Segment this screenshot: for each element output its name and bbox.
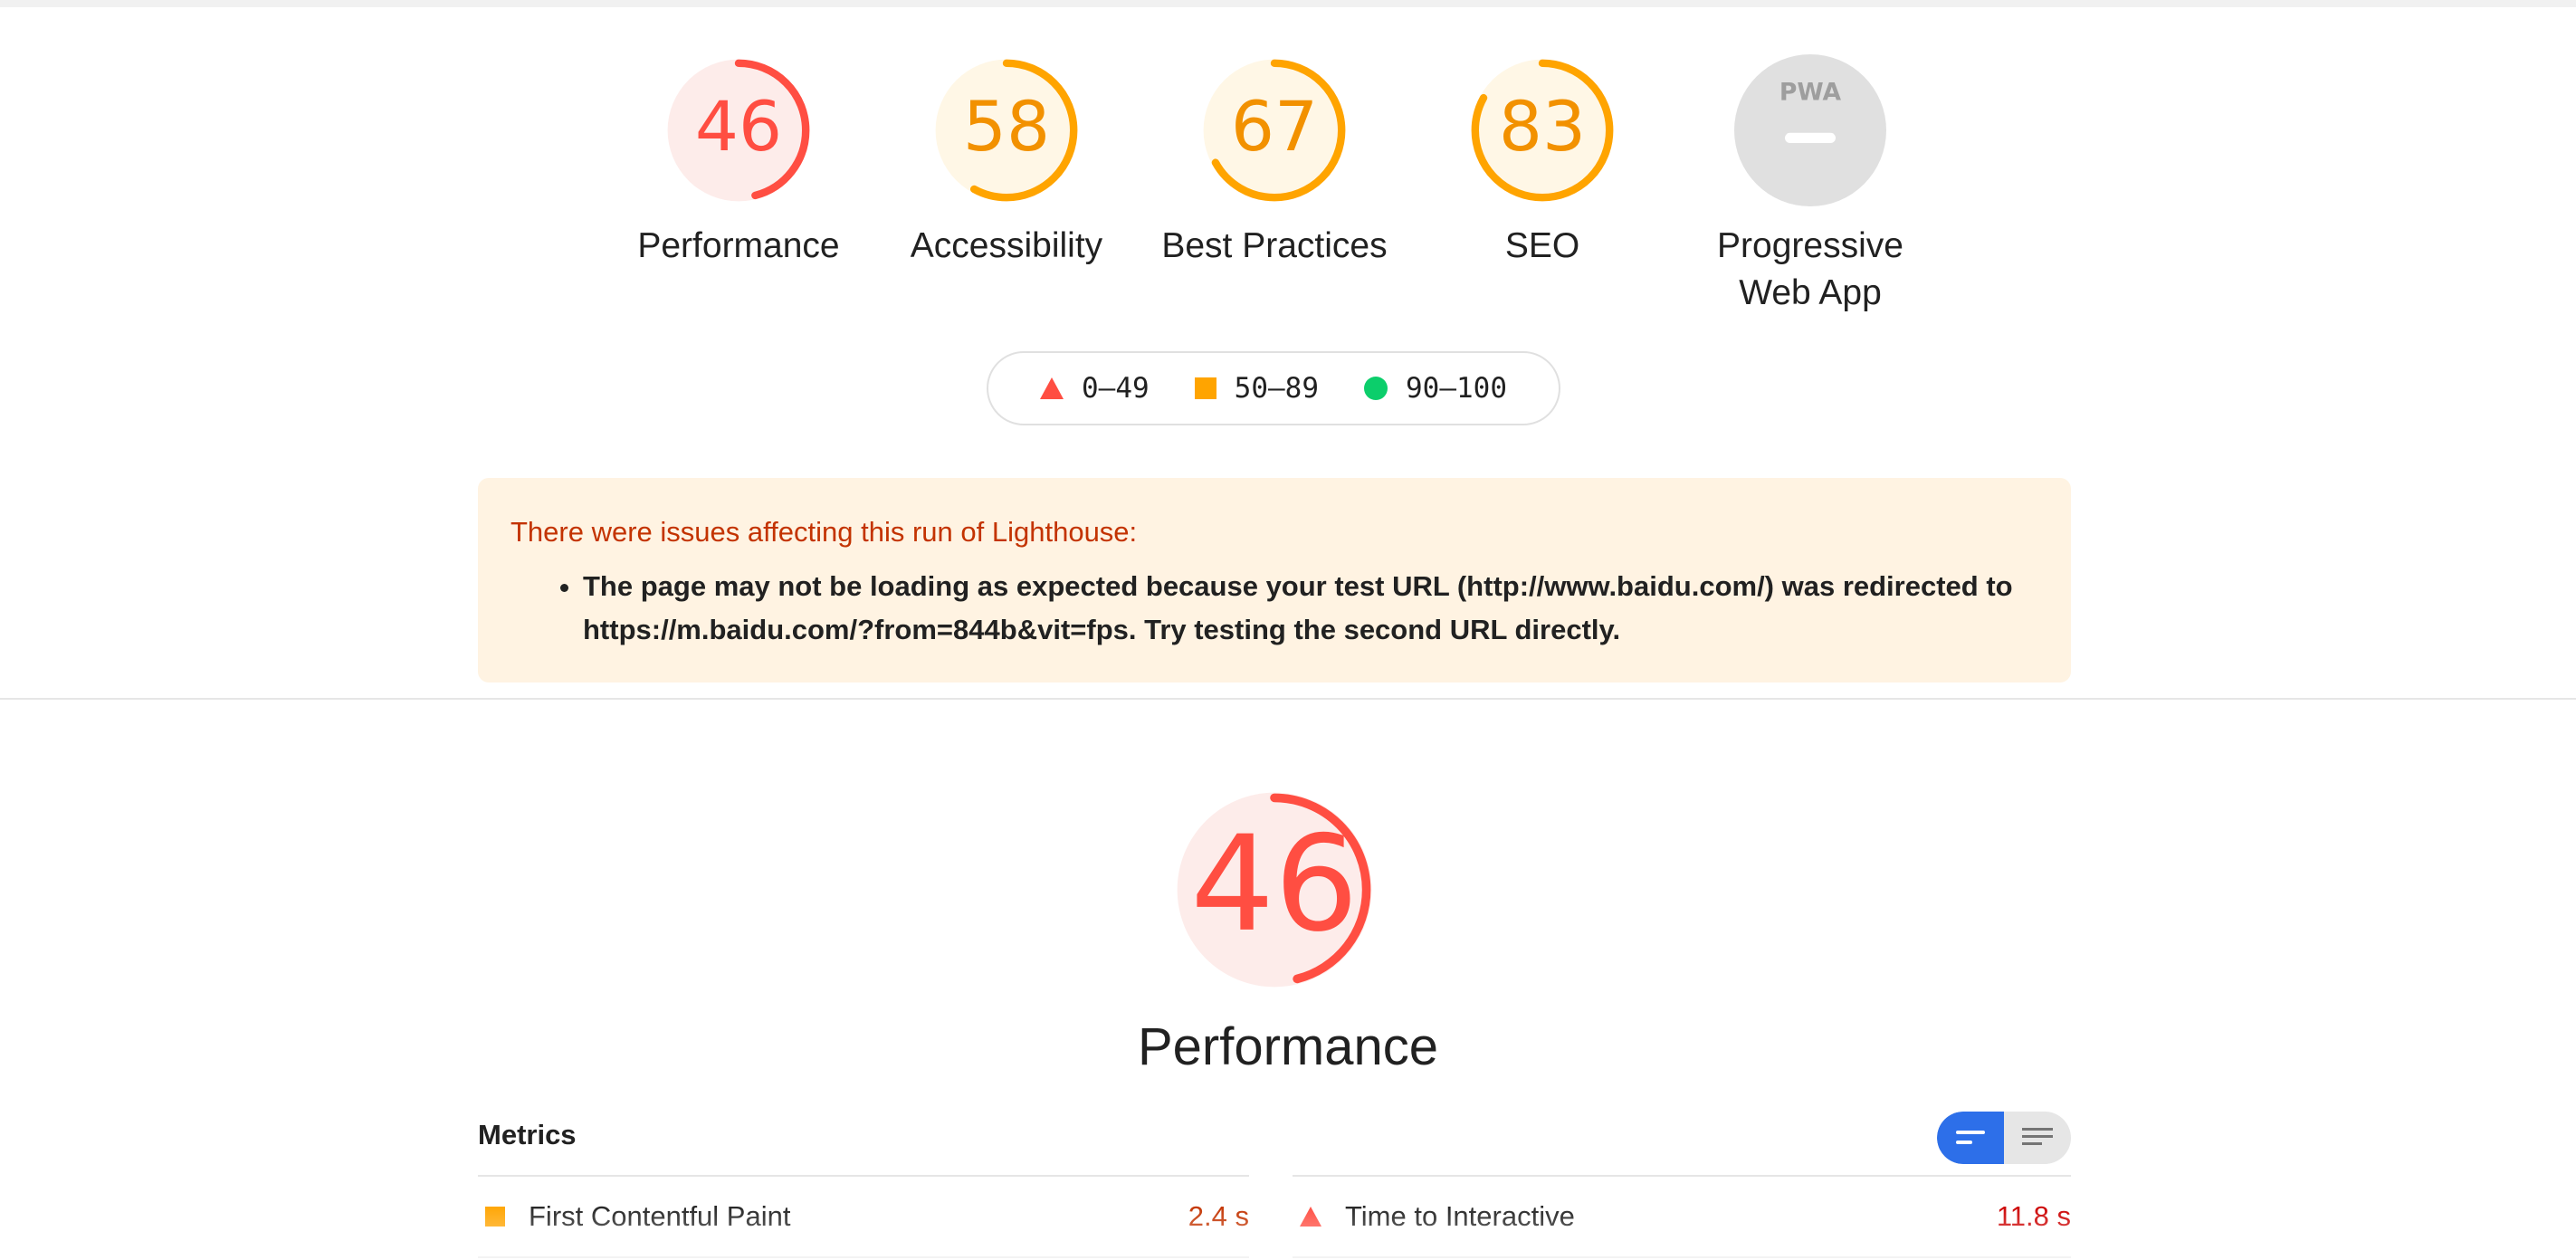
gauge-label: Progressive Web App [1717, 226, 1903, 312]
legend-range: 0–49 [1082, 372, 1150, 405]
bar-view-button[interactable] [1937, 1112, 2004, 1164]
metric-value: 2.4 s [1188, 1200, 1249, 1232]
gauge-label: Best Practices [1161, 226, 1388, 265]
metric-label: Time to Interactive [1345, 1200, 1575, 1232]
metric-time-to-interactive: Time to Interactive 11.8 s [1293, 1177, 2071, 1256]
metrics-heading: Metrics [478, 1119, 577, 1150]
metric-label: First Contentful Paint [529, 1200, 791, 1232]
score-scale-legend: 0–49 50–89 90–100 [987, 351, 1560, 425]
metric-value: 11.8 s [1996, 1200, 2071, 1232]
legend-average: 50–89 [1194, 372, 1319, 405]
bottom-fade [0, 1204, 2576, 1260]
performance-title: Performance [1137, 1017, 1439, 1076]
gauge-score: 83 [1499, 87, 1586, 167]
gauge-label: Accessibility [910, 226, 1103, 265]
triangle-icon [1040, 377, 1064, 399]
metric-divider [1293, 1256, 2071, 1258]
gauge-ring: 46 [1177, 792, 1372, 988]
warning-title: There were issues affecting this run of … [510, 516, 1138, 548]
square-icon [485, 1207, 505, 1227]
list-view-button[interactable] [2004, 1112, 2071, 1164]
warning-list: The page may not be loading as expected … [510, 565, 2038, 652]
gauge-ring: 46 [667, 59, 810, 202]
legend-fail: 0–49 [1040, 372, 1150, 405]
metric-first-contentful-paint: First Contentful Paint 2.4 s [478, 1177, 1249, 1256]
top-bar [0, 0, 2576, 7]
circle-icon [1364, 377, 1388, 400]
gauge-seo[interactable]: 83 SEO [1407, 54, 1678, 270]
triangle-icon [1300, 1207, 1321, 1227]
legend-range: 50–89 [1234, 372, 1319, 405]
gauge-ring: 83 [1471, 59, 1614, 202]
gauge-performance[interactable]: 46 Performance [603, 54, 874, 270]
gauge-label: SEO [1504, 226, 1580, 265]
legend-pass: 90–100 [1364, 372, 1507, 405]
section-divider [0, 698, 2576, 700]
category-gauges: 46 Performance 58 Accessibility 67 Best … [0, 54, 2576, 326]
gauge-score: 46 [695, 87, 782, 167]
gauge-best-practices[interactable]: 67 Best Practices [1139, 54, 1410, 270]
gauge-ring: 67 [1203, 59, 1346, 202]
metrics-view-toggle[interactable] [1937, 1112, 2071, 1164]
runtime-warning: There were issues affecting this run of … [478, 478, 2071, 682]
pwa-icon: PWA [1734, 54, 1886, 206]
square-icon [1194, 377, 1216, 399]
performance-score: 46 [1190, 808, 1358, 961]
gauge-ring: 58 [935, 59, 1078, 202]
gauge-accessibility[interactable]: 58 Accessibility [871, 54, 1142, 270]
legend-range: 90–100 [1406, 372, 1507, 405]
gauge-score: 67 [1231, 87, 1318, 167]
gauge-label: Performance [637, 226, 840, 265]
list-view-icon [2022, 1128, 2053, 1145]
warning-item: The page may not be loading as expected … [583, 565, 2038, 652]
svg-text:PWA: PWA [1779, 78, 1842, 106]
gauge-score: 58 [963, 87, 1050, 167]
bar-view-icon [1956, 1131, 1985, 1144]
metric-divider [478, 1256, 1249, 1258]
gauge-pwa[interactable]: PWA Progressive Web App [1674, 54, 1946, 317]
performance-gauge[interactable]: 46 [1170, 786, 1379, 994]
